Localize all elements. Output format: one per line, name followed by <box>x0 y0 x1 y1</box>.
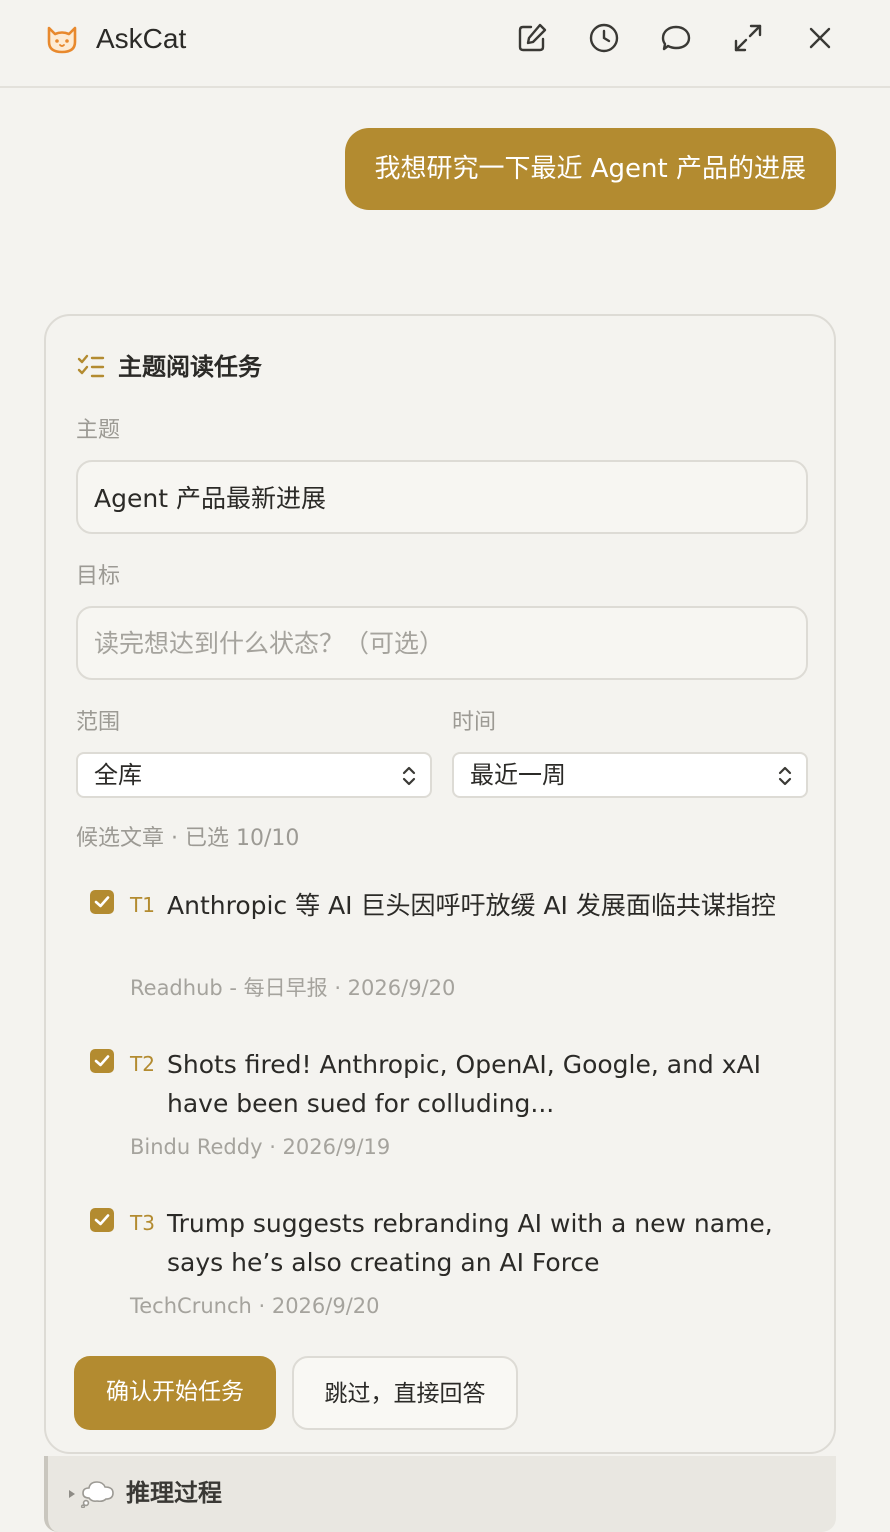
article-meta: Readhub - 每日早报 · 2026/9/20 <box>130 976 456 1000</box>
time-select[interactable]: 最近一周 <box>452 752 808 798</box>
topic-reading-task-card: 主题阅读任务 主题 目标 范围 时间 全库 最近一周 候选文章 · 已选 10/… <box>44 314 836 1454</box>
history-icon <box>589 23 619 53</box>
article-title[interactable]: Trump suggests rebranding AI with a new … <box>167 1204 777 1282</box>
scope-select-value: 全库 <box>94 761 142 789</box>
chat-button[interactable] <box>660 22 692 54</box>
confirm-start-task-button[interactable]: 确认开始任务 <box>74 1356 276 1430</box>
article-meta: Bindu Reddy · 2026/9/19 <box>130 1135 391 1159</box>
article-checkbox[interactable] <box>90 890 114 914</box>
article-id: T3 <box>130 1211 155 1235</box>
time-select-value: 最近一周 <box>470 761 566 789</box>
scope-label: 范围 <box>76 710 121 735</box>
goal-label: 目标 <box>76 564 121 589</box>
article-meta: TechCrunch · 2026/9/20 <box>130 1294 380 1318</box>
article-id: T1 <box>130 893 155 917</box>
time-label: 时间 <box>452 710 497 735</box>
topic-label: 主题 <box>76 418 121 443</box>
topic-input[interactable] <box>76 460 808 534</box>
check-icon <box>94 1214 110 1226</box>
list-item: T3 Trump suggests rebranding AI with a n… <box>90 1204 790 1324</box>
expand-icon <box>734 24 762 52</box>
article-checkbox[interactable] <box>90 1049 114 1073</box>
new-chat-button[interactable] <box>516 22 548 54</box>
reasoning-toggle[interactable]: 推理过程 <box>44 1456 836 1532</box>
user-message-bubble: 我想研究一下最近 Agent 产品的进展 <box>344 128 836 210</box>
app-header: AskCat <box>0 0 890 88</box>
candidate-articles-label: 候选文章 · 已选 10/10 <box>76 826 300 851</box>
goal-input[interactable] <box>76 606 808 680</box>
list-item: T2 Shots fired! Anthropic, OpenAI, Googl… <box>90 1045 790 1165</box>
caret-right-icon <box>69 1490 75 1498</box>
thought-cloud-icon <box>80 1481 114 1508</box>
skip-answer-directly-button[interactable]: 跳过，直接回答 <box>292 1356 518 1430</box>
article-checkbox[interactable] <box>90 1208 114 1232</box>
checklist-icon <box>77 354 105 378</box>
article-title[interactable]: Anthropic 等 AI 巨头因呼吁放缓 AI 发展面临共谋指控 <box>167 886 777 925</box>
chat-icon <box>661 25 691 51</box>
scope-select[interactable]: 全库 <box>76 752 432 798</box>
check-icon <box>94 896 110 908</box>
expand-button[interactable] <box>732 22 764 54</box>
chevron-up-down-icon <box>402 766 416 786</box>
history-button[interactable] <box>588 22 620 54</box>
edit-icon <box>518 23 547 52</box>
article-id: T2 <box>130 1052 155 1076</box>
cat-logo-icon <box>47 26 77 54</box>
reasoning-label: 推理过程 <box>126 1479 222 1507</box>
close-button[interactable] <box>804 22 836 54</box>
chevron-up-down-icon <box>778 766 792 786</box>
check-icon <box>94 1055 110 1067</box>
app-title: AskCat <box>96 23 187 54</box>
article-title[interactable]: Shots fired! Anthropic, OpenAI, Google, … <box>167 1045 777 1123</box>
list-item: T1 Anthropic 等 AI 巨头因呼吁放缓 AI 发展面临共谋指控 Re… <box>90 886 790 1006</box>
close-icon <box>809 27 831 49</box>
card-title: 主题阅读任务 <box>118 353 262 381</box>
